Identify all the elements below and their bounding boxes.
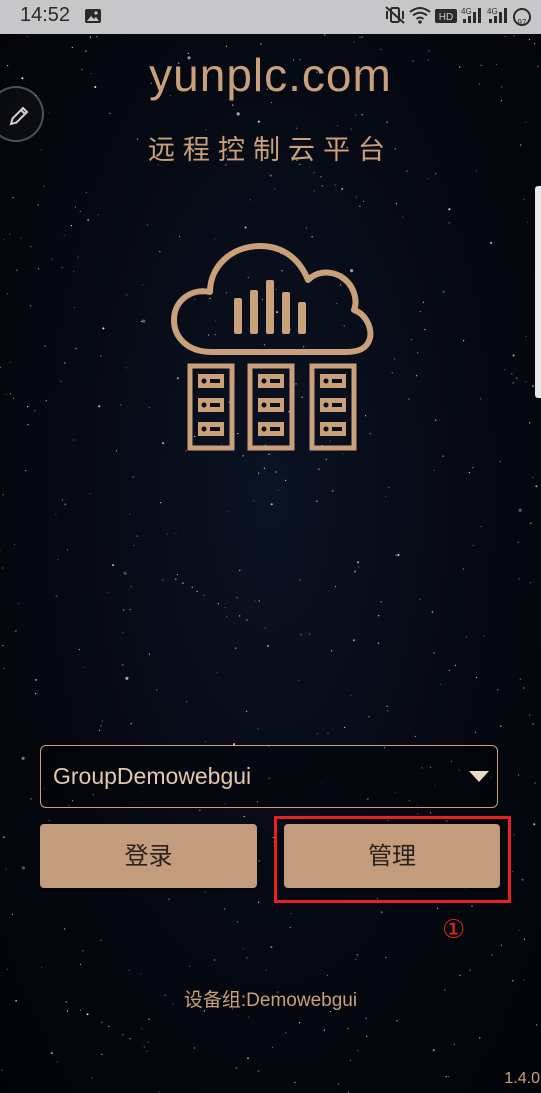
status-icons: HD 4G 4G 97 bbox=[385, 6, 531, 28]
app-title: yunplc.com bbox=[149, 49, 392, 101]
status-time: 14:52 bbox=[20, 4, 71, 26]
mute-vibrate-icon bbox=[385, 6, 405, 28]
battery-level: 97 bbox=[517, 18, 527, 27]
app-subtitle: 远程控制云平台 bbox=[148, 135, 393, 166]
cloud-server-logo bbox=[171, 243, 374, 451]
version-label: 1.4.0 bbox=[504, 1070, 540, 1087]
login-button[interactable]: 登录 bbox=[40, 824, 257, 888]
edge-panel-handle[interactable] bbox=[535, 186, 541, 398]
device-group-select-value: GroupDemowebgui bbox=[53, 763, 252, 789]
battery-icon: 97 bbox=[513, 8, 531, 27]
wifi-icon bbox=[409, 6, 431, 28]
status-bar: 14:52 HD 4G 4G 97 bbox=[0, 0, 541, 34]
pencil-icon bbox=[9, 106, 29, 126]
app-screen: 14:52 HD 4G 4G 97 yunplc.com 远程控制云平台 Gro… bbox=[0, 0, 541, 1093]
device-group-select[interactable]: GroupDemowebgui bbox=[40, 745, 498, 808]
signal-4g-icon: 4G bbox=[461, 6, 483, 28]
hd-icon: HD bbox=[435, 8, 457, 27]
image-icon bbox=[84, 8, 102, 28]
annotation-step-marker: ① bbox=[442, 915, 466, 945]
signal-4g-icon: 4G bbox=[487, 6, 509, 28]
device-group-label: 设备组:Demowebgui bbox=[183, 990, 358, 1011]
svg-text:HD: HD bbox=[439, 12, 453, 23]
svg-text:4G: 4G bbox=[461, 7, 472, 16]
dropdown-arrow-icon bbox=[469, 771, 489, 782]
svg-text:4G: 4G bbox=[487, 7, 498, 16]
annotation-highlight-box bbox=[274, 816, 511, 903]
